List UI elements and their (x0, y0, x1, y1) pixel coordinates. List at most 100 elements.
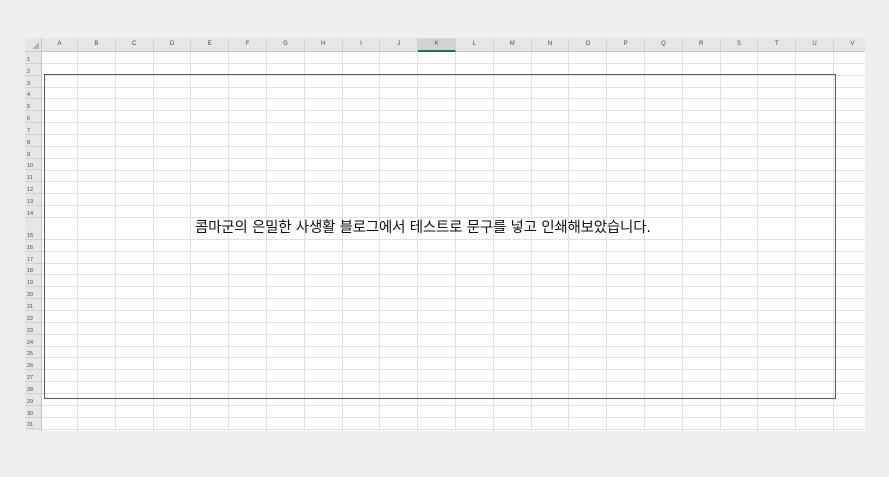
column-header-j[interactable]: J (380, 38, 419, 51)
row-header-13[interactable]: 13 (25, 194, 41, 207)
row-header-10[interactable]: 10 (25, 159, 41, 171)
row-gridline (42, 110, 865, 112)
row-header-16[interactable]: 16 (25, 240, 41, 252)
row-gridline (42, 145, 865, 147)
row-header-29[interactable]: 29 (25, 394, 41, 406)
row-header-4[interactable]: 4 (25, 88, 41, 100)
row-gridline (42, 428, 865, 430)
row-header-11[interactable]: 11 (25, 171, 41, 183)
row-header-20[interactable]: 20 (25, 287, 41, 300)
row-gridline (42, 416, 865, 418)
column-gridline (530, 52, 532, 431)
column-gridline (681, 52, 683, 431)
row-gridline (42, 133, 865, 135)
row-gridline (42, 193, 865, 195)
column-gridline (77, 52, 78, 431)
row-gridline (42, 62, 865, 64)
row-header-14[interactable]: 14 (25, 206, 41, 218)
row-header-3[interactable]: 3 (25, 76, 41, 88)
row-gridline (42, 205, 865, 207)
column-gridline (757, 52, 759, 431)
column-header-c[interactable]: C (116, 38, 154, 51)
row-header-28[interactable]: 28 (25, 382, 41, 394)
row-gridline (42, 369, 865, 371)
select-all-triangle-icon (32, 42, 39, 49)
row-gridline (42, 310, 865, 311)
column-gridline (114, 52, 116, 431)
row-header-15[interactable]: 15 (25, 218, 41, 240)
cell-grid[interactable] (42, 52, 865, 431)
row-header-27[interactable]: 27 (25, 370, 41, 383)
column-gridline (417, 52, 419, 431)
row-gridline (42, 262, 865, 264)
column-gridline (606, 52, 608, 431)
column-gridline (379, 52, 381, 431)
row-gridline (42, 333, 865, 335)
row-header-9[interactable]: 9 (25, 147, 41, 159)
row-gridline (42, 98, 865, 100)
row-header-32[interactable]: 32 (25, 430, 41, 432)
column-gridline (228, 52, 230, 431)
column-header-l[interactable]: L (456, 38, 494, 51)
row-header-8[interactable]: 8 (25, 135, 41, 147)
column-header-r[interactable]: R (683, 38, 721, 51)
row-header-18[interactable]: 18 (25, 264, 41, 276)
column-header-f[interactable]: F (229, 38, 267, 51)
column-header-k[interactable]: K (418, 38, 456, 52)
row-header-25[interactable]: 25 (25, 347, 41, 359)
row-header-5[interactable]: 5 (25, 99, 41, 112)
row-header-19[interactable]: 19 (25, 275, 41, 288)
row-gridline (42, 357, 865, 359)
column-header-m[interactable]: M (494, 38, 532, 51)
row-headers: 1 2 3 4 5 6 7 8 9 10 11 12 13 14 15 16 17 18 19 20 21 22 23 24 2… (25, 52, 42, 431)
column-gridline (833, 52, 834, 431)
column-header-o[interactable]: O (569, 38, 608, 51)
row-gridline (42, 298, 865, 300)
row-header-1[interactable]: 1 (25, 52, 41, 64)
column-header-u[interactable]: U (796, 38, 834, 51)
column-header-e[interactable]: E (191, 38, 230, 51)
row-gridline (42, 157, 865, 159)
row-gridline (42, 392, 865, 394)
column-header-b[interactable]: B (78, 38, 116, 51)
print-area-bottom-line (44, 398, 836, 399)
column-gridline (303, 52, 305, 431)
row-header-21[interactable]: 21 (25, 299, 41, 311)
row-header-30[interactable]: 30 (25, 406, 41, 418)
row-gridline (42, 286, 865, 288)
row-gridline (42, 181, 865, 183)
column-header-n[interactable]: N (532, 38, 570, 51)
column-header-d[interactable]: D (154, 38, 192, 51)
row-header-2[interactable]: 2 (25, 64, 41, 76)
row-gridline (42, 274, 865, 276)
column-header-g[interactable]: G (267, 38, 305, 51)
select-all-corner[interactable] (25, 38, 42, 52)
column-header-v[interactable]: V (834, 38, 865, 51)
column-header-a[interactable]: A (42, 38, 78, 51)
column-gridline (455, 52, 456, 431)
row-gridline (42, 74, 865, 76)
column-headers: ABCDEFGHIJKLMNOPQRSTUV (42, 38, 865, 52)
column-gridline (492, 52, 494, 431)
row-header-26[interactable]: 26 (25, 358, 41, 371)
column-gridline (152, 52, 154, 431)
row-gridline (42, 345, 865, 347)
column-header-t[interactable]: T (758, 38, 797, 51)
row-header-31[interactable]: 31 (25, 418, 41, 430)
column-header-p[interactable]: P (607, 38, 645, 51)
row-gridline (42, 250, 865, 252)
column-header-h[interactable]: H (305, 38, 343, 51)
row-header-6[interactable]: 6 (25, 111, 41, 124)
row-gridline (42, 321, 865, 323)
row-header-23[interactable]: 23 (25, 323, 41, 335)
row-gridline (42, 86, 865, 88)
row-header-24[interactable]: 24 (25, 335, 41, 347)
column-header-i[interactable]: I (343, 38, 381, 51)
cell-text[interactable]: 콤마군의 은밀한 사생활 블로그에서 테스트로 문구를 넣고 인쇄해보았습니다. (195, 216, 651, 237)
row-header-17[interactable]: 17 (25, 252, 41, 264)
row-header-22[interactable]: 22 (25, 311, 41, 323)
row-header-12[interactable]: 12 (25, 182, 41, 195)
column-header-s[interactable]: S (721, 38, 759, 51)
column-header-q[interactable]: Q (645, 38, 683, 51)
row-header-7[interactable]: 7 (25, 123, 41, 135)
